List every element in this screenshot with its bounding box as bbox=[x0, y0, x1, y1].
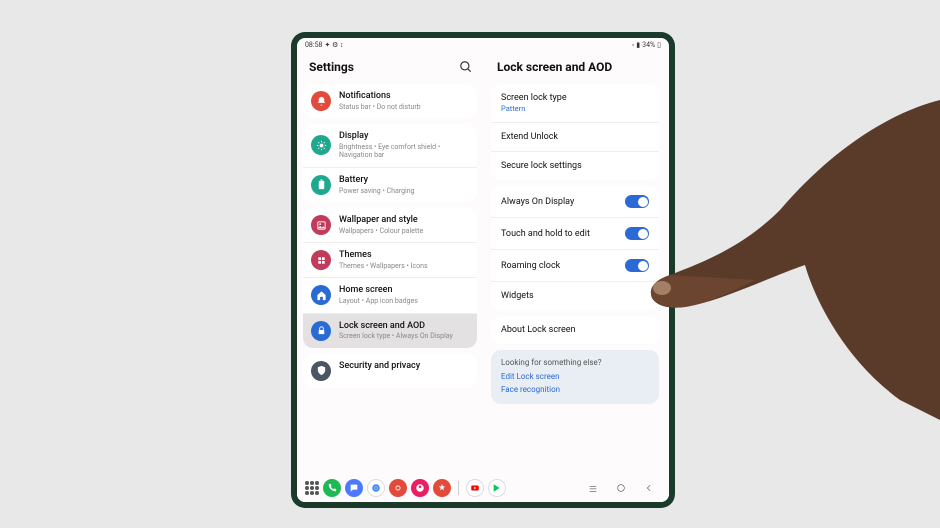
suggestions-card: Looking for something else? Edit Lock sc… bbox=[491, 350, 659, 404]
status-time: 08:58 bbox=[305, 41, 322, 49]
recents-button[interactable] bbox=[581, 483, 605, 493]
row-title: Screen lock type bbox=[501, 93, 567, 103]
settings-title: Settings bbox=[309, 60, 354, 74]
row-title: Notifications bbox=[339, 91, 469, 102]
battery-icon bbox=[311, 175, 331, 195]
touch-hold-edit-row[interactable]: Touch and hold to edit bbox=[491, 217, 659, 249]
youtube-app-icon[interactable] bbox=[466, 479, 484, 497]
search-button[interactable] bbox=[459, 60, 473, 74]
settings-item-themes[interactable]: Themes Themes • Wallpapers • Icons bbox=[303, 242, 477, 277]
touch-hold-edit-toggle[interactable] bbox=[625, 227, 649, 240]
bell-icon bbox=[311, 91, 331, 111]
secure-lock-settings-row[interactable]: Secure lock settings bbox=[491, 151, 659, 180]
settings-item-wallpaper[interactable]: Wallpaper and style Wallpapers • Colour … bbox=[303, 208, 477, 242]
row-subtitle: Screen lock type • Always On Display bbox=[339, 332, 469, 340]
settings-item-home-screen[interactable]: Home screen Layout • App icon badges bbox=[303, 277, 477, 312]
signal-icon: ▮ bbox=[636, 41, 640, 49]
row-subtitle: Wallpapers • Colour palette bbox=[339, 227, 469, 235]
row-title: Extend Unlock bbox=[501, 132, 558, 142]
gallery-app-icon[interactable] bbox=[411, 479, 429, 497]
row-title: Security and privacy bbox=[339, 361, 469, 372]
screen-lock-type-row[interactable]: Screen lock type Pattern bbox=[491, 84, 659, 122]
row-title: Themes bbox=[339, 250, 469, 261]
detail-title: Lock screen and AOD bbox=[497, 60, 612, 74]
settings-item-display[interactable]: Display Brightness • Eye comfort shield … bbox=[303, 124, 477, 167]
row-title: Touch and hold to edit bbox=[501, 229, 590, 239]
back-button[interactable] bbox=[637, 483, 661, 493]
row-title: About Lock screen bbox=[501, 325, 576, 335]
face-recognition-link[interactable]: Face recognition bbox=[501, 385, 649, 394]
battery-icon: ▯ bbox=[657, 41, 661, 49]
always-on-display-row[interactable]: Always On Display bbox=[491, 186, 659, 217]
row-subtitle: Layout • App icon badges bbox=[339, 297, 469, 305]
taskbar-divider bbox=[458, 481, 459, 495]
palette-icon bbox=[311, 250, 331, 270]
edit-lock-screen-link[interactable]: Edit Lock screen bbox=[501, 372, 649, 381]
roaming-clock-row[interactable]: Roaming clock bbox=[491, 249, 659, 281]
row-value: Pattern bbox=[501, 104, 567, 113]
battery-percent: 34% bbox=[642, 41, 655, 49]
row-title: Battery bbox=[339, 175, 469, 186]
row-title: Secure lock settings bbox=[501, 161, 582, 171]
app-drawer-button[interactable] bbox=[305, 481, 319, 495]
picture-icon bbox=[311, 215, 331, 235]
extend-unlock-row[interactable]: Extend Unlock bbox=[491, 122, 659, 151]
settings-item-security[interactable]: Security and privacy bbox=[303, 354, 477, 388]
suggestions-title: Looking for something else? bbox=[501, 358, 649, 367]
home-button[interactable] bbox=[609, 483, 633, 493]
search-icon bbox=[459, 60, 473, 74]
row-title: Lock screen and AOD bbox=[339, 321, 469, 332]
sun-icon bbox=[311, 135, 331, 155]
row-title: Display bbox=[339, 131, 469, 142]
always-on-display-toggle[interactable] bbox=[625, 195, 649, 208]
row-subtitle: Brightness • Eye comfort shield • Naviga… bbox=[339, 143, 469, 160]
row-title: Wallpaper and style bbox=[339, 215, 469, 226]
home-icon bbox=[311, 285, 331, 305]
messages-app-icon[interactable] bbox=[345, 479, 363, 497]
widgets-row[interactable]: Widgets bbox=[491, 281, 659, 310]
settings-item-notifications[interactable]: Notifications Status bar • Do not distur… bbox=[303, 84, 477, 118]
about-lock-screen-row[interactable]: About Lock screen bbox=[491, 316, 659, 344]
status-icons-left: ✦ ⚙ ↕ bbox=[324, 41, 343, 49]
row-subtitle bbox=[339, 373, 469, 381]
row-title: Always On Display bbox=[501, 197, 574, 207]
chrome-app-icon[interactable] bbox=[367, 479, 385, 497]
screen: 08:58 ✦ ⚙ ↕ ◦ ▮ 34% ▯ Settings bbox=[297, 38, 669, 502]
playstore-app-icon[interactable] bbox=[488, 479, 506, 497]
settings-item-battery[interactable]: Battery Power saving • Charging bbox=[303, 167, 477, 202]
row-title: Home screen bbox=[339, 285, 469, 296]
wifi-icon: ◦ bbox=[632, 41, 634, 49]
hand-overlay bbox=[640, 100, 940, 420]
row-subtitle: Status bar • Do not disturb bbox=[339, 103, 469, 111]
row-subtitle: Themes • Wallpapers • Icons bbox=[339, 262, 469, 270]
settings-master-pane: Settings Notifications bbox=[297, 52, 483, 474]
camera-app-icon[interactable] bbox=[389, 479, 407, 497]
lock-icon bbox=[311, 321, 331, 341]
phone-app-icon[interactable] bbox=[323, 479, 341, 497]
row-title: Roaming clock bbox=[501, 261, 560, 271]
row-subtitle: Power saving • Charging bbox=[339, 187, 469, 195]
taskbar bbox=[297, 474, 669, 502]
shield-icon bbox=[311, 361, 331, 381]
row-title: Widgets bbox=[501, 291, 534, 301]
roaming-clock-toggle[interactable] bbox=[625, 259, 649, 272]
settings-item-lock-screen[interactable]: Lock screen and AOD Screen lock type • A… bbox=[303, 313, 477, 348]
app-icon[interactable] bbox=[433, 479, 451, 497]
device-frame: 08:58 ✦ ⚙ ↕ ◦ ▮ 34% ▯ Settings bbox=[291, 32, 675, 508]
settings-detail-pane: Lock screen and AOD Screen lock type Pat… bbox=[483, 52, 669, 474]
status-bar: 08:58 ✦ ⚙ ↕ ◦ ▮ 34% ▯ bbox=[297, 38, 669, 52]
